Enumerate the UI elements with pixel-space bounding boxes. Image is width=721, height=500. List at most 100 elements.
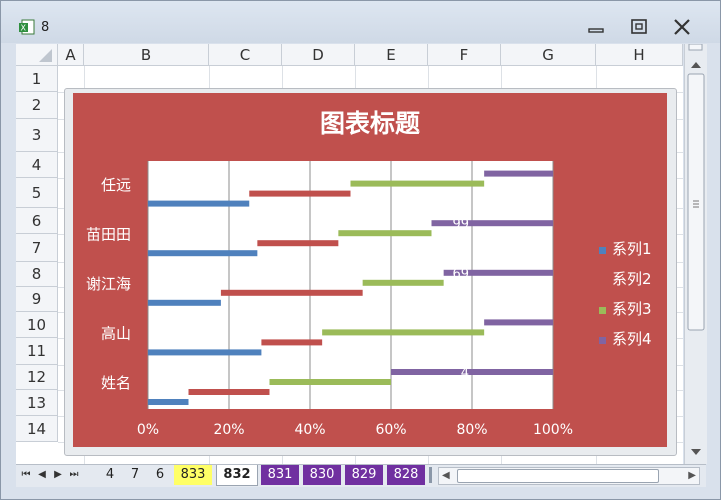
legend-swatch <box>599 337 606 344</box>
restore-button[interactable] <box>627 16 653 38</box>
bar-segment[interactable] <box>220 289 363 296</box>
bar-segment[interactable] <box>269 379 392 385</box>
sheet-tab-831[interactable]: 831 <box>261 465 299 485</box>
last-sheet-icon[interactable]: ⏭ <box>68 468 80 482</box>
category-label: 谢江海 <box>86 275 131 293</box>
bar-segment[interactable] <box>391 369 553 375</box>
legend-entry[interactable]: 系列2 <box>612 270 652 288</box>
category-label: 姓名 <box>101 374 131 392</box>
data-label: 4 <box>461 366 469 381</box>
scroll-down-icon[interactable] <box>691 449 701 455</box>
bar-segment[interactable] <box>484 319 553 326</box>
column-header-b[interactable]: B <box>84 44 209 66</box>
column-header-c[interactable]: C <box>209 44 282 66</box>
scroll-up-icon[interactable] <box>691 62 701 68</box>
first-sheet-icon[interactable]: ⏮ <box>20 468 32 482</box>
bar-segment[interactable] <box>249 190 351 197</box>
close-button[interactable] <box>669 16 695 38</box>
legend-entry[interactable]: 系列4 <box>612 330 652 348</box>
column-header-f[interactable]: F <box>428 44 501 66</box>
x-tick-label: 40% <box>294 422 325 438</box>
chart-area[interactable]: 图表标题 姓名 高山 谢江海 苗田田 任远 0% 20% 40% 60% 80% 100% 4 42… <box>73 93 667 447</box>
row-header-6[interactable]: 6 <box>16 208 58 234</box>
x-tick-label: 20% <box>213 422 244 438</box>
row-header-5[interactable]: 5 <box>16 178 58 208</box>
x-tick-label: 100% <box>533 422 573 438</box>
row-header-4[interactable]: 4 <box>16 152 58 178</box>
row-header-13[interactable]: 13 <box>16 390 58 416</box>
row-header-3[interactable]: 3 <box>16 119 58 152</box>
bar-segment[interactable] <box>148 299 221 306</box>
horizontal-scrollbar[interactable]: ◀ ▶ <box>438 467 700 485</box>
window-title: 8 <box>41 20 50 35</box>
bar-segment[interactable] <box>148 349 262 356</box>
bar-segment[interactable] <box>148 399 189 405</box>
minimize-button[interactable] <box>584 16 610 38</box>
data-label: 42 <box>452 316 469 331</box>
bar-chart[interactable]: 图表标题 姓名 高山 谢江海 苗田田 任远 0% 20% 40% 60% 80% 100% 4 42… <box>73 93 667 447</box>
next-sheet-icon[interactable]: ▶ <box>52 468 64 482</box>
sheet-tab-833[interactable]: 833 <box>174 465 212 485</box>
bar-segment[interactable] <box>148 250 258 257</box>
bar-segment[interactable] <box>257 240 339 247</box>
bar-segment[interactable] <box>431 220 554 227</box>
data-label: 99 <box>452 217 469 232</box>
chart-title[interactable]: 图表标题 <box>320 109 420 138</box>
corner-triangle-icon <box>39 49 52 62</box>
category-label: 苗田田 <box>86 225 131 243</box>
title-bar: X 8 <box>1 1 720 43</box>
vertical-scrollbar[interactable] <box>684 43 707 464</box>
split-box[interactable] <box>688 43 703 51</box>
bar-segment[interactable] <box>484 170 553 177</box>
x-tick-label: 0% <box>137 422 159 438</box>
horizontal-scroll-thumb[interactable] <box>457 469 659 483</box>
tab-split-handle[interactable] <box>429 467 432 483</box>
row-header-9[interactable]: 9 <box>16 287 58 312</box>
category-label: 高山 <box>101 325 131 343</box>
row-header-7[interactable]: 7 <box>16 234 58 262</box>
row-header-11[interactable]: 11 <box>16 338 58 365</box>
bar-segment[interactable] <box>261 339 323 346</box>
scroll-right-icon[interactable]: ▶ <box>688 468 696 484</box>
sheet-tab-832[interactable]: 832 <box>216 465 258 486</box>
column-header-e[interactable]: E <box>355 44 428 66</box>
row-header-1[interactable]: 1 <box>16 66 58 92</box>
sheet-tab-829[interactable]: 829 <box>345 465 383 485</box>
bar-segment[interactable] <box>188 389 270 395</box>
bar-segment[interactable] <box>362 279 444 286</box>
sheet-tab-7[interactable]: 7 <box>124 465 146 485</box>
scroll-left-icon[interactable]: ◀ <box>442 468 450 484</box>
row-header-10[interactable]: 10 <box>16 312 58 338</box>
select-all-corner[interactable] <box>16 44 58 66</box>
excel-icon: X <box>19 19 35 35</box>
sheet-tab-830[interactable]: 830 <box>303 465 341 485</box>
prev-sheet-icon[interactable]: ◀ <box>36 468 48 482</box>
excel-window: X 8 A B C D E F G H 1 2 3 4 5 6 7 8 9 10… <box>0 0 721 500</box>
category-label: 任远 <box>101 176 131 194</box>
legend-swatch <box>599 307 606 314</box>
bar-segment[interactable] <box>338 230 432 237</box>
row-header-8[interactable]: 8 <box>16 262 58 287</box>
sheet-tab-828[interactable]: 828 <box>387 465 425 485</box>
legend-swatch <box>599 277 606 284</box>
legend-entry[interactable]: 系列1 <box>612 240 652 258</box>
data-label: 69 <box>452 267 469 282</box>
sheet-tab-bar: ⏮ ◀ ▶ ⏭ 4 7 6 833 832 831 830 829 828 ◀ … <box>16 464 706 487</box>
row-header-2[interactable]: 2 <box>16 92 58 119</box>
data-label: 50 <box>452 168 469 183</box>
x-tick-label: 60% <box>375 422 406 438</box>
column-header-a[interactable]: A <box>58 44 84 66</box>
legend-swatch <box>599 247 606 254</box>
scroll-thumb[interactable] <box>687 73 705 331</box>
x-tick-label: 80% <box>456 422 487 438</box>
svg-text:X: X <box>21 24 27 33</box>
sheet-tab-4[interactable]: 4 <box>99 465 121 485</box>
bar-segment[interactable] <box>148 200 250 207</box>
column-header-g[interactable]: G <box>501 44 596 66</box>
sheet-tab-6[interactable]: 6 <box>149 465 171 485</box>
row-header-14[interactable]: 14 <box>16 416 58 442</box>
column-header-h[interactable]: H <box>596 44 683 66</box>
row-header-12[interactable]: 12 <box>16 365 58 390</box>
legend-entry[interactable]: 系列3 <box>612 300 652 318</box>
column-header-d[interactable]: D <box>282 44 355 66</box>
